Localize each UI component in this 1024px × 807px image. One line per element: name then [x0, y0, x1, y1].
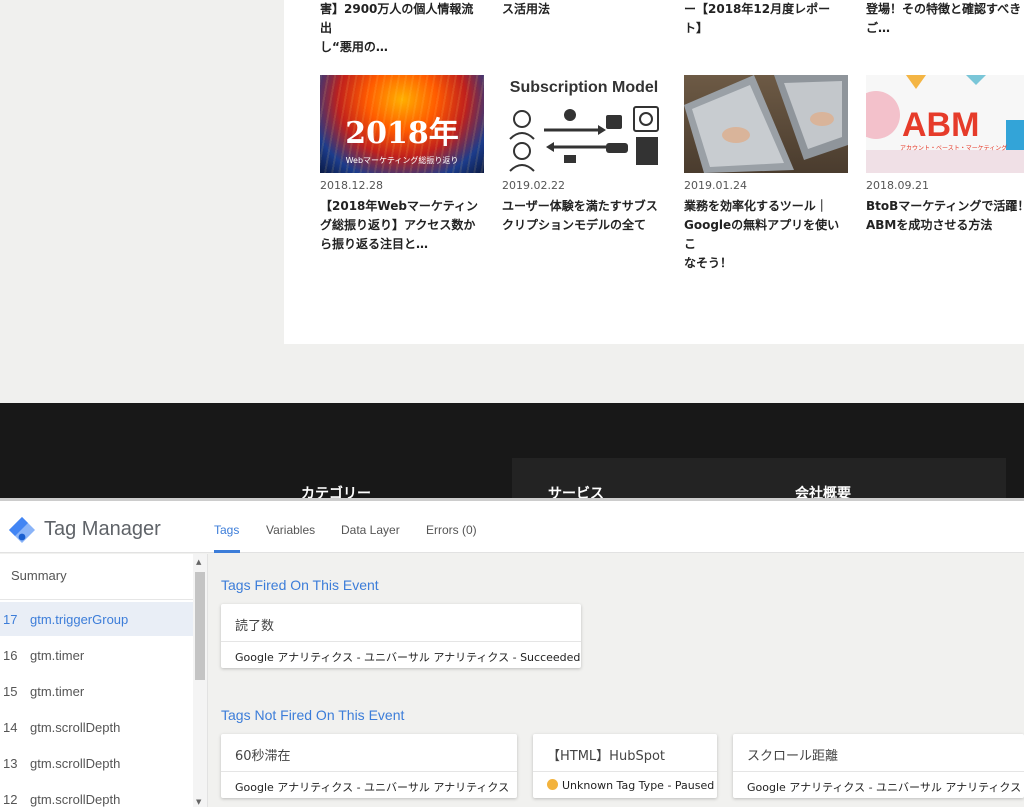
title-line: し“悪用の…	[320, 40, 388, 54]
event-number: 16	[3, 648, 18, 663]
app-title: Tag Manager	[44, 518, 161, 540]
active-tab-indicator	[214, 550, 240, 553]
paused-icon	[547, 779, 558, 790]
website-page: 害】2900万人の個人情報流出 し“悪用の… ス活用法 ー【2018年12月度レ…	[0, 0, 1024, 502]
tag-name: スクロール距離	[747, 749, 839, 764]
event-number: 17	[3, 612, 18, 627]
title-line: ー【2018年12月度レポー	[684, 2, 831, 16]
event-item-15[interactable]: 15 gtm.timer	[0, 674, 193, 708]
title-line: ご…	[866, 21, 891, 35]
card-divider	[533, 771, 717, 772]
summary-item[interactable]: Summary	[0, 554, 193, 600]
card-divider	[221, 641, 581, 642]
thumbnail-caption: アカウント・ベースト・マーケティング	[900, 145, 1008, 152]
article-title[interactable]: 害】2900万人の個人情報流出 し“悪用の…	[320, 0, 484, 57]
not-fired-tag-card[interactable]: 【HTML】HubSpot Unknown Tag Type - Paused	[533, 734, 717, 798]
not-fired-tag-card[interactable]: 60秒滞在 Google アナリティクス - ユニバーサル アナリティクス	[221, 734, 517, 798]
scroll-down-arrow-icon[interactable]: ▼	[196, 798, 201, 806]
thumbnail-caption: Webマーケティング総振り返り	[345, 156, 459, 165]
tags-not-fired-heading: Tags Not Fired On This Event	[221, 707, 405, 723]
article-title[interactable]: 【2018年Webマーケティン グ総振り返り】アクセス数か ら振り返る注目と…	[320, 197, 486, 254]
article-title[interactable]: BtoBマーケティングで活躍！ ABMを成功させる方法	[866, 197, 1024, 235]
not-fired-tag-card[interactable]: スクロール距離 Google アナリティクス - ユニバーサル アナリティクス	[733, 734, 1024, 798]
article-thumbnail[interactable]: Subscription Model	[502, 75, 666, 173]
event-item-16[interactable]: 16 gtm.timer	[0, 638, 193, 672]
article-card[interactable]: 2019.01.24 業務を効率化するツール｜ Googleの無料アプリを使いこ…	[684, 75, 850, 273]
title-line: グ総振り返り】アクセス数か	[320, 218, 476, 232]
title-line: 害】2900万人の個人情報流出	[320, 2, 474, 35]
title-line: 登場！その特徴と確認すべき	[866, 2, 1022, 16]
tag-status: Unknown Tag Type - Paused	[562, 779, 715, 792]
title-line: クリプションモデルの全て	[502, 218, 647, 232]
event-number: 13	[3, 756, 18, 771]
article-card[interactable]: ABM アカウント・ベースト・マーケティング 2018.09.21 BtoBマー…	[866, 75, 1024, 235]
article-title[interactable]: 登場！その特徴と確認すべき ご…	[866, 0, 1024, 38]
gtm-header: Tag Manager Tags Variables Data Layer Er…	[0, 501, 1024, 553]
article-card[interactable]: Subscription Model 2019.02.22 ユーザー体験を満たす…	[502, 75, 668, 235]
tag-name: 60秒滞在	[235, 749, 291, 764]
article-title[interactable]: ス活用法	[502, 0, 666, 19]
article-date: 2018.09.21	[866, 179, 929, 192]
event-name: gtm.timer	[30, 648, 85, 663]
title-line: ス活用法	[502, 2, 551, 16]
scrollbar-thumb[interactable]	[195, 572, 205, 680]
event-number: 15	[3, 684, 18, 699]
gtm-debug-panel: Tag Manager Tags Variables Data Layer Er…	[0, 498, 1024, 807]
tag-status: Google アナリティクス - ユニバーサル アナリティクス	[235, 781, 510, 794]
title-line: ユーザー体験を満たすサブス	[502, 199, 658, 213]
tag-manager-logo-icon	[9, 517, 35, 543]
article-card[interactable]: 2018年 Webマーケティング総振り返り 2018.12.28 【2018年W…	[320, 75, 486, 254]
title-line: ら振り返る注目と…	[320, 237, 429, 251]
tab-tags[interactable]: Tags	[214, 523, 239, 537]
title-line: 【2018年Webマーケティン	[320, 199, 478, 213]
site-footer: カテゴリー サービス 会社概要	[0, 403, 1024, 502]
article-title[interactable]: ー【2018年12月度レポー ト】	[684, 0, 848, 38]
event-item-17[interactable]: 17 gtm.triggerGroup	[0, 602, 193, 636]
article-thumbnail[interactable]	[684, 75, 848, 173]
article-thumbnail[interactable]: 2018年 Webマーケティング総振り返り	[320, 75, 484, 173]
event-item-13[interactable]: 13 gtm.scrollDepth	[0, 746, 193, 780]
article-title[interactable]: ユーザー体験を満たすサブス クリプションモデルの全て	[502, 197, 668, 235]
event-sidebar: Summary 17 gtm.triggerGroup 16 gtm.timer…	[0, 554, 208, 807]
title-line: Googleの無料アプリを使いこ	[684, 218, 840, 251]
event-item-14[interactable]: 14 gtm.scrollDepth	[0, 710, 193, 744]
fired-tag-card[interactable]: 読了数 Google アナリティクス - ユニバーサル アナリティクス - Su…	[221, 604, 581, 668]
event-name: gtm.triggerGroup	[30, 612, 129, 627]
event-item-12[interactable]: 12 gtm.scrollDepth	[0, 782, 193, 807]
thumbnail-heading: ABM	[902, 106, 980, 144]
tab-variables[interactable]: Variables	[266, 523, 315, 537]
tag-status: Google アナリティクス - ユニバーサル アナリティクス - Succee…	[235, 651, 581, 664]
event-number: 14	[3, 720, 18, 735]
tags-fired-heading: Tags Fired On This Event	[221, 577, 379, 593]
event-name: gtm.timer	[30, 684, 85, 699]
tab-errors[interactable]: Errors (0)	[426, 523, 477, 537]
tag-status-row: Unknown Tag Type - Paused	[547, 779, 714, 792]
thumbnail-heading: 2018年	[345, 116, 459, 151]
card-divider	[733, 771, 1024, 772]
tag-name: 【HTML】HubSpot	[547, 749, 665, 764]
title-line: 業務を効率化するツール｜	[684, 199, 828, 213]
article-date: 2018.12.28	[320, 179, 383, 192]
event-name: gtm.scrollDepth	[30, 720, 121, 735]
tag-status: Google アナリティクス - ユニバーサル アナリティクス	[747, 781, 1022, 794]
event-number: 12	[3, 792, 18, 807]
card-divider	[221, 771, 517, 772]
tab-data-layer[interactable]: Data Layer	[341, 523, 400, 537]
title-line: ト】	[684, 21, 709, 35]
event-name: gtm.scrollDepth	[30, 756, 121, 771]
title-line: BtoBマーケティングで活躍！	[866, 199, 1024, 213]
subscription-illustration	[509, 106, 659, 172]
event-name: gtm.scrollDepth	[30, 792, 121, 807]
title-line: ABMを成功させる方法	[866, 218, 993, 232]
article-title[interactable]: 業務を効率化するツール｜ Googleの無料アプリを使いこ なそう！	[684, 197, 850, 273]
article-thumbnail[interactable]: ABM アカウント・ベースト・マーケティング	[866, 75, 1024, 173]
article-date: 2019.02.22	[502, 179, 565, 192]
scroll-up-arrow-icon[interactable]: ▲	[196, 558, 201, 566]
laptops-photo	[684, 75, 848, 173]
article-date: 2019.01.24	[684, 179, 747, 192]
tag-name: 読了数	[235, 619, 275, 634]
title-line: なそう！	[684, 256, 733, 270]
